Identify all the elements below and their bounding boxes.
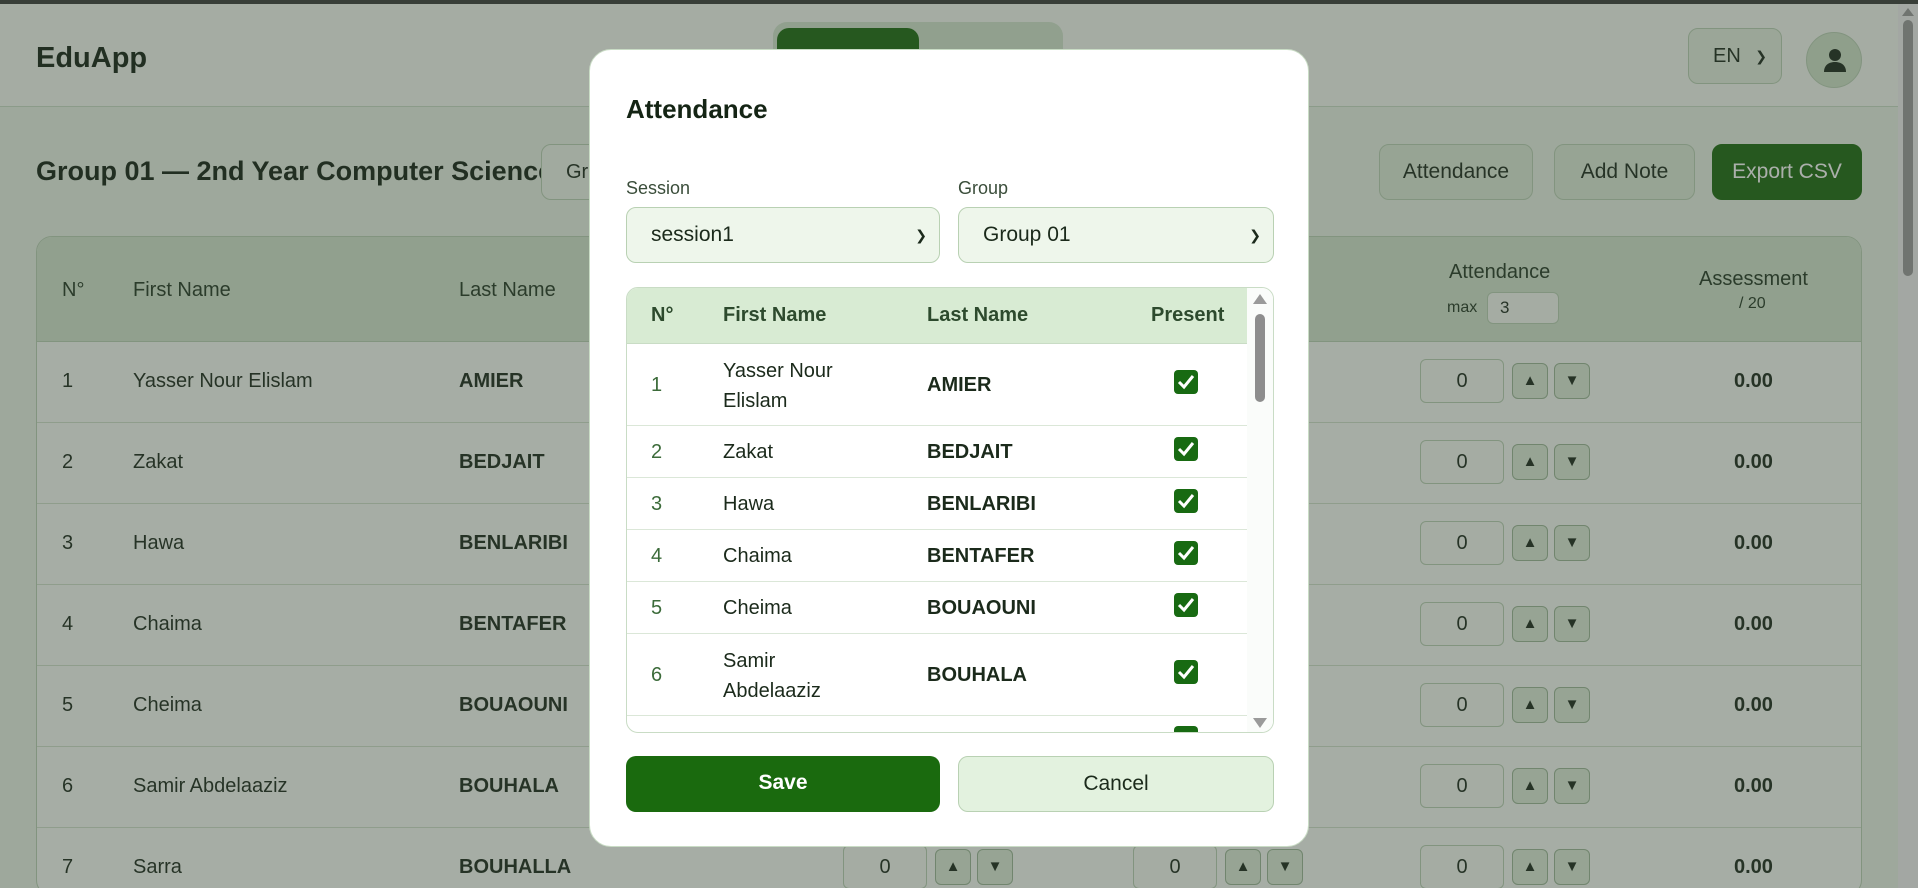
session-label: Session bbox=[626, 178, 691, 198]
scroll-down-icon[interactable] bbox=[1253, 718, 1267, 728]
present-checkbox[interactable] bbox=[1174, 593, 1198, 617]
group-label: Group bbox=[958, 178, 1009, 198]
scrollbar-thumb[interactable] bbox=[1255, 314, 1265, 402]
present-checkbox[interactable] bbox=[1174, 660, 1198, 684]
checkmark-icon bbox=[1177, 598, 1195, 613]
table-row: 2 Zakat BEDJAIT bbox=[627, 426, 1247, 478]
cell-num: 3 bbox=[651, 493, 663, 515]
cancel-button[interactable]: Cancel bbox=[958, 756, 1274, 812]
header-first-name: First Name bbox=[723, 304, 827, 326]
group-value: Group 01 bbox=[983, 223, 1071, 246]
present-checkbox[interactable] bbox=[1174, 437, 1198, 461]
cell-num: 1 bbox=[651, 374, 663, 396]
scroll-up-icon[interactable] bbox=[1253, 294, 1267, 304]
header-num: N° bbox=[651, 304, 674, 326]
attendance-table: N° First Name Last Name Present 1 Yasser… bbox=[626, 287, 1274, 733]
cell-last-name: BOUAOUNI bbox=[927, 597, 1036, 619]
present-checkbox[interactable] bbox=[1174, 541, 1198, 565]
table-row: 6 Samir Abdelaaziz BOUHALA bbox=[627, 634, 1247, 716]
attendance-table-scrollbar[interactable] bbox=[1247, 288, 1273, 732]
checkmark-icon bbox=[1177, 375, 1195, 390]
group-select[interactable]: Group 01 ❯ bbox=[958, 207, 1274, 263]
cell-last-name: BOUHALA bbox=[927, 664, 1027, 686]
cell-first-name: Yasser Nour bbox=[723, 360, 833, 382]
modal-title: Attendance bbox=[626, 94, 768, 124]
cell-num: 2 bbox=[651, 441, 663, 463]
cell-num: 5 bbox=[651, 597, 663, 619]
chevron-down-icon: ❯ bbox=[915, 227, 927, 243]
cell-last-name: BENTAFER bbox=[927, 545, 1035, 567]
table-row: 4 Chaima BENTAFER bbox=[627, 530, 1247, 582]
present-checkbox[interactable] bbox=[1174, 726, 1198, 732]
attendance-modal: Attendance Session session1 ❯ Group Grou… bbox=[589, 49, 1309, 847]
cell-num: 4 bbox=[651, 545, 663, 567]
cell-first-name: Samir bbox=[723, 650, 776, 672]
checkmark-icon bbox=[1177, 546, 1195, 561]
header-present: Present bbox=[1151, 304, 1225, 326]
cell-num: 6 bbox=[651, 664, 663, 686]
checkmark-icon bbox=[1177, 442, 1195, 457]
session-value: session1 bbox=[651, 223, 734, 246]
session-select[interactable]: session1 ❯ bbox=[626, 207, 940, 263]
present-checkbox[interactable] bbox=[1174, 370, 1198, 394]
cell-last-name: BEDJAIT bbox=[927, 441, 1013, 463]
cell-last-name: AMIER bbox=[927, 374, 992, 396]
table-row: 5 Cheima BOUAOUNI bbox=[627, 582, 1247, 634]
table-row: 3 Hawa BENLARIBI bbox=[627, 478, 1247, 530]
cell-first-name: Cheima bbox=[723, 597, 792, 619]
cell-first-name-cont: Abdelaaziz bbox=[723, 680, 821, 702]
present-checkbox[interactable] bbox=[1174, 489, 1198, 513]
table-row bbox=[627, 716, 1247, 732]
cell-first-name: Chaima bbox=[723, 545, 792, 567]
cell-first-name: Hawa bbox=[723, 493, 775, 515]
save-button[interactable]: Save bbox=[626, 756, 940, 812]
cell-last-name: BENLARIBI bbox=[927, 493, 1036, 515]
checkmark-icon bbox=[1177, 665, 1195, 680]
attendance-table-header: N° First Name Last Name Present bbox=[627, 288, 1247, 344]
checkmark-icon bbox=[1177, 494, 1195, 509]
chevron-down-icon: ❯ bbox=[1249, 227, 1261, 243]
header-last-name: Last Name bbox=[927, 304, 1029, 326]
cell-first-name: Zakat bbox=[723, 441, 774, 463]
cell-first-name-cont: Elislam bbox=[723, 390, 788, 412]
table-row: 1 Yasser Nour Elislam AMIER bbox=[627, 344, 1247, 426]
